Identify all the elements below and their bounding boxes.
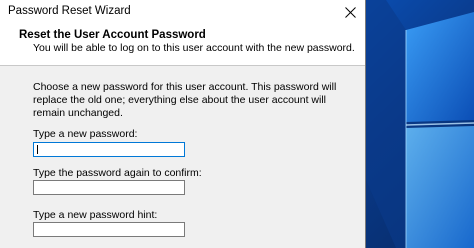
password-reset-dialog: Password Reset Wizard Reset the User Acc… xyxy=(0,0,366,248)
page-title: Reset the User Account Password xyxy=(19,29,206,41)
page-subtitle: You will be able to log on to this user … xyxy=(33,42,355,54)
password-hint-label: Type a new password hint: xyxy=(33,209,158,221)
new-password-label: Type a new password: xyxy=(33,128,138,140)
confirm-password-input[interactable] xyxy=(33,180,185,195)
wizard-content: Choose a new password for this user acco… xyxy=(0,66,365,248)
text-caret xyxy=(37,145,38,154)
close-button[interactable] xyxy=(336,0,365,26)
title-bar: Password Reset Wizard xyxy=(0,0,365,26)
windows-logo-wallpaper xyxy=(366,0,474,248)
new-password-input[interactable] xyxy=(33,142,185,157)
confirm-password-label: Type the password again to confirm: xyxy=(33,167,202,179)
wizard-header: Reset the User Account Password You will… xyxy=(0,26,365,66)
window-title: Password Reset Wizard xyxy=(8,5,131,17)
instructions-text: Choose a new password for this user acco… xyxy=(33,81,337,119)
password-hint-input[interactable] xyxy=(33,222,185,237)
close-icon xyxy=(345,7,356,18)
